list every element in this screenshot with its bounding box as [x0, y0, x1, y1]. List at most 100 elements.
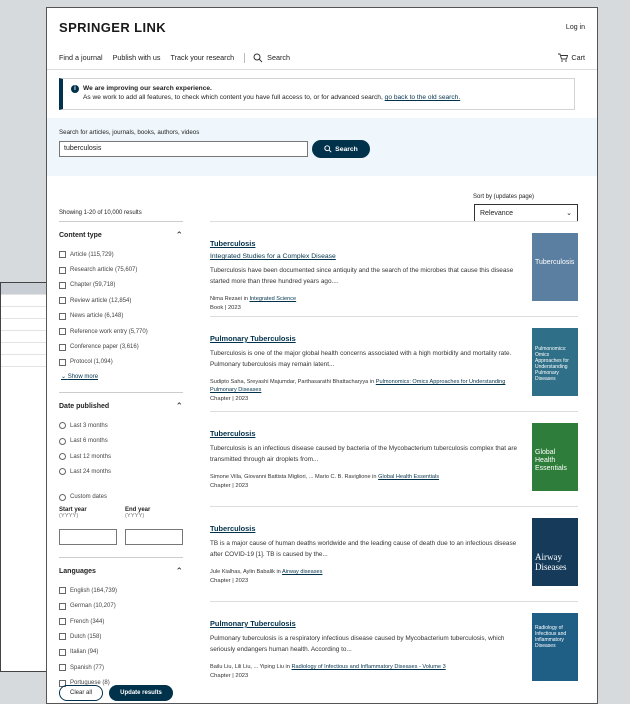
checkbox[interactable]: [59, 664, 66, 672]
cover-title: Global Health Essentials: [535, 449, 567, 472]
book-cover[interactable]: Global Health Essentials: [532, 423, 578, 491]
checkbox[interactable]: [59, 266, 66, 274]
checkbox-option[interactable]: Article (115,729): [59, 247, 183, 262]
result-title[interactable]: Tuberculosis: [210, 524, 578, 533]
search-input[interactable]: tuberculosis: [59, 141, 308, 157]
checkbox[interactable]: [59, 648, 66, 656]
book-cover[interactable]: Airway Diseases: [532, 518, 578, 586]
chevron-up-icon[interactable]: ⌃: [175, 566, 183, 577]
result-title[interactable]: Tuberculosis: [210, 429, 578, 438]
filter-title: Content type: [59, 232, 102, 239]
radio[interactable]: [59, 468, 66, 476]
result-item: Pulmonary Tuberculosis Pulmonary tubercu…: [210, 601, 578, 696]
clear-all-button[interactable]: Clear all: [59, 685, 103, 701]
checkbox[interactable]: [59, 587, 66, 595]
results-list: Tuberculosis Integrated Studies for a Co…: [210, 221, 578, 696]
option-label: News article (6,148): [70, 313, 124, 320]
update-results-button[interactable]: Update results: [109, 685, 173, 701]
search-icon: [324, 145, 332, 153]
result-source-link[interactable]: Global Health Essentials: [378, 474, 439, 480]
option-label: Chapter (59,718): [70, 282, 116, 289]
chevron-up-icon[interactable]: ⌃: [175, 230, 183, 241]
nav-publish[interactable]: Publish with us: [113, 53, 161, 62]
checkbox[interactable]: [59, 618, 66, 626]
option-label: Reference work entry (5,770): [70, 328, 148, 335]
search-icon: [253, 53, 263, 62]
book-cover[interactable]: Tuberculosis: [532, 233, 578, 301]
book-cover[interactable]: Radiology of Infectious and Inflammatory…: [532, 613, 578, 681]
checkbox-option[interactable]: English (164,739): [59, 583, 183, 598]
chevron-up-icon[interactable]: ⌃: [175, 401, 183, 412]
nav-find-journal[interactable]: Find a journal: [59, 53, 103, 62]
radio-option[interactable]: Last 12 months: [59, 449, 183, 464]
notice-text: As we work to add all features, to check…: [83, 94, 383, 101]
result-snippet: Tuberculosis have been documented since …: [210, 267, 514, 285]
checkbox-option[interactable]: Spanish (77): [59, 660, 183, 675]
result-source-link[interactable]: Airway diseases: [282, 569, 322, 575]
radio-option[interactable]: Last 24 months: [59, 464, 183, 479]
search-button[interactable]: Search: [312, 140, 370, 158]
checkbox[interactable]: [59, 358, 66, 366]
result-title[interactable]: Pulmonary Tuberculosis: [210, 619, 578, 628]
checkbox[interactable]: [59, 297, 66, 305]
search-button-label: Search: [335, 145, 358, 153]
end-year-input[interactable]: [125, 529, 183, 546]
filter-sidebar: Content type ⌃ Article (115,729) Research…: [59, 221, 183, 691]
show-more-link[interactable]: ⌄ Show more: [61, 373, 183, 380]
filter-date-published: Date published ⌃ Last 3 months Last 6 mon…: [59, 392, 183, 546]
sort-select[interactable]: Relevance ⌄: [474, 204, 578, 222]
results-count: Showing 1-20 of 10,000 results: [59, 210, 142, 216]
checkbox[interactable]: [59, 312, 66, 320]
radio-option[interactable]: Last 6 months: [59, 434, 183, 449]
start-year-input[interactable]: [59, 529, 117, 546]
result-title[interactable]: Pulmonary Tuberculosis: [210, 334, 578, 343]
checkbox[interactable]: [59, 328, 66, 336]
checkbox-option[interactable]: Protocol (1,094): [59, 355, 183, 370]
checkbox[interactable]: [59, 633, 66, 641]
radio[interactable]: [59, 422, 66, 430]
checkbox[interactable]: [59, 281, 66, 289]
checkbox-option[interactable]: Chapter (59,718): [59, 278, 183, 293]
nav-search[interactable]: Search: [244, 52, 290, 63]
checkbox-option[interactable]: Research article (75,607): [59, 262, 183, 277]
checkbox[interactable]: [59, 343, 66, 351]
checkbox-option[interactable]: Review article (12,854): [59, 293, 183, 308]
sort-label: Sort by (updates page): [473, 194, 535, 200]
login-link[interactable]: Log in: [566, 24, 585, 31]
checkbox-option[interactable]: News article (6,148): [59, 309, 183, 324]
old-search-link[interactable]: go back to the old search.: [385, 94, 461, 101]
checkbox-option[interactable]: Reference work entry (5,770): [59, 324, 183, 339]
checkbox-option[interactable]: Dutch (158): [59, 629, 183, 644]
option-label: Last 12 months: [70, 453, 112, 460]
radio[interactable]: [59, 493, 66, 501]
option-label: Italian (94): [70, 649, 99, 656]
nav-track-research[interactable]: Track your research: [171, 53, 235, 62]
checkbox-option[interactable]: Conference paper (3,616): [59, 339, 183, 354]
result-title[interactable]: Tuberculosis: [210, 239, 578, 248]
result-authors: Sudipto Saha, Sreyashi Majumdar, Parthas…: [210, 379, 375, 385]
springer-link-logo[interactable]: SPRINGER LINK: [59, 20, 166, 35]
filter-title: Date published: [59, 403, 110, 411]
cover-title: Tuberculosis: [535, 259, 575, 266]
start-year-hint: (YYYY): [59, 513, 79, 520]
result-source-link[interactable]: Radiology of Infectious and Inflammatory…: [291, 664, 445, 670]
option-label: Review article (12,854): [70, 297, 132, 304]
result-snippet: Pulmonary tuberculosis is a respiratory …: [210, 635, 505, 653]
springer-link-page: SPRINGER LINK Log in Find a journal Publ…: [46, 7, 598, 704]
site-header: SPRINGER LINK Log in: [47, 8, 597, 46]
filter-actions: Clear all Update results: [59, 685, 183, 701]
radio[interactable]: [59, 437, 66, 445]
checkbox-option[interactable]: German (10,207): [59, 598, 183, 613]
checkbox-option[interactable]: Italian (94): [59, 645, 183, 660]
search-label: Search for articles, journals, books, au…: [59, 129, 200, 136]
cart-link[interactable]: Cart: [558, 53, 585, 62]
result-source-link[interactable]: Integrated Science: [250, 296, 297, 302]
radio-option[interactable]: Custom dates: [59, 490, 183, 505]
radio[interactable]: [59, 453, 66, 461]
checkbox[interactable]: [59, 602, 66, 610]
result-subtitle[interactable]: Integrated Studies for a Complex Disease: [210, 253, 578, 260]
book-cover[interactable]: Pulmonomics: Omics Approaches for Unders…: [532, 328, 578, 396]
checkbox[interactable]: [59, 251, 66, 259]
radio-option[interactable]: Last 3 months: [59, 418, 183, 433]
checkbox-option[interactable]: French (344): [59, 614, 183, 629]
